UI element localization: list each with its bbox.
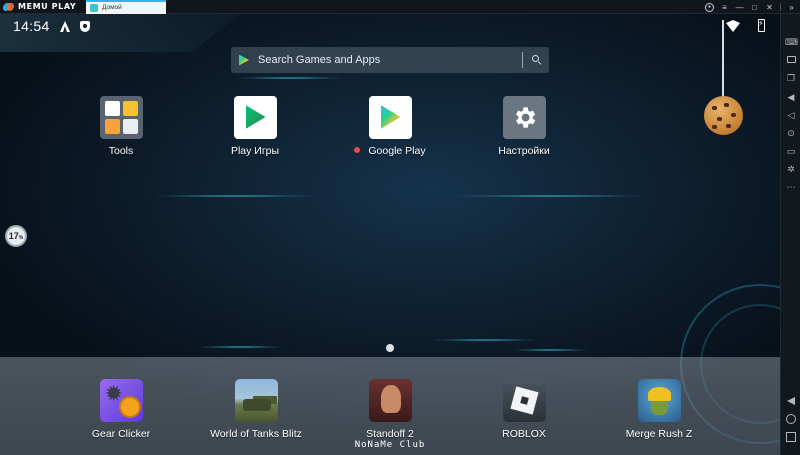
shield-icon xyxy=(80,21,90,32)
emulator-title-bar: MEMU PLAY Домой ● ≡ — □ ✕ » xyxy=(0,0,800,14)
wifi-icon xyxy=(726,20,740,32)
app-label: Gear Clicker xyxy=(91,428,151,440)
minimize-icon[interactable]: — xyxy=(735,3,744,12)
logo-text: MEMU PLAY xyxy=(18,2,77,11)
volume-up-icon[interactable]: ◀ xyxy=(785,91,797,103)
window-controls: ● ≡ — □ ✕ » xyxy=(705,0,796,14)
app-play-games[interactable]: Play Игры xyxy=(200,96,310,157)
tab-home-label: Домой xyxy=(102,4,122,11)
badge-value: 17 xyxy=(8,231,19,241)
app-standoff-2[interactable]: Standoff 2 NoNaMe Club xyxy=(335,379,445,450)
key-mapping-icon[interactable] xyxy=(785,54,797,66)
new-app-dot xyxy=(354,147,361,153)
settings-icon[interactable]: ✲ xyxy=(785,163,797,175)
volume-down-icon[interactable]: ◁ xyxy=(785,109,797,121)
folder-icon[interactable]: ▭ xyxy=(785,145,797,157)
search-icon[interactable] xyxy=(531,54,542,66)
floating-performance-badge[interactable]: 17% xyxy=(5,225,27,247)
app-label: Google Play xyxy=(368,145,426,157)
menu-icon[interactable]: ≡ xyxy=(720,3,729,12)
gear-clicker-icon xyxy=(99,379,143,422)
maximize-icon[interactable]: □ xyxy=(750,3,759,12)
app-settings[interactable]: Настройки xyxy=(469,96,579,157)
settings-gear-icon xyxy=(502,96,546,139)
app-dock: Gear Clicker World of Tanks Blitz Stando… xyxy=(0,357,780,455)
cookie-widget-icon[interactable] xyxy=(704,20,743,135)
app-merge-rush-z[interactable]: Merge Rush Z xyxy=(604,379,714,440)
app-label-row: Google Play xyxy=(335,145,445,157)
merge-rush-icon xyxy=(637,379,681,422)
account-icon[interactable]: ● xyxy=(705,2,714,12)
app-sublabel: NoNaMe Club xyxy=(354,440,426,450)
memu-logo-icon xyxy=(3,2,15,12)
android-status-bar: 14:54 xyxy=(0,14,780,40)
app-tools[interactable]: Tools xyxy=(66,96,176,157)
app-label: ROBLOX xyxy=(502,428,546,440)
battery-charging-icon xyxy=(758,19,765,32)
more-icon[interactable]: ⋯ xyxy=(785,181,797,193)
roblox-icon xyxy=(502,379,546,422)
app-gear-clicker[interactable]: Gear Clicker xyxy=(66,379,176,440)
android-home-screen: 14:54 Search Games and Apps Tools Play И… xyxy=(0,14,780,455)
google-play-icon xyxy=(368,96,412,139)
app-world-of-tanks-blitz[interactable]: World of Tanks Blitz xyxy=(200,379,312,440)
page-indicator[interactable] xyxy=(386,344,394,352)
search-input[interactable]: Search Games and Apps xyxy=(258,54,380,66)
app-label: Play Игры xyxy=(230,145,280,157)
tab-home[interactable]: Домой xyxy=(86,0,166,14)
recent-apps-icon[interactable] xyxy=(786,432,796,442)
app-label: Standoff 2 xyxy=(366,428,414,440)
decorative-glow xyxy=(195,346,285,348)
app-label: Merge Rush Z xyxy=(625,428,693,440)
keyboard-icon[interactable]: ⌨ xyxy=(785,36,798,48)
decorative-glow xyxy=(450,195,650,197)
clock: 14:54 xyxy=(13,18,50,34)
app-google-play[interactable]: Google Play xyxy=(335,96,445,157)
search-bar[interactable]: Search Games and Apps xyxy=(231,47,549,73)
app-label: Настройки xyxy=(498,145,550,157)
search-divider xyxy=(522,52,523,68)
memu-logo: MEMU PLAY xyxy=(0,0,86,14)
multi-instance-icon[interactable]: ❐ xyxy=(785,72,797,84)
home-tab-icon xyxy=(90,3,98,12)
tools-folder-icon xyxy=(99,96,143,139)
home-icon[interactable] xyxy=(786,414,796,424)
back-icon[interactable] xyxy=(786,396,796,406)
play-games-icon xyxy=(233,96,277,139)
app-roblox[interactable]: ROBLOX xyxy=(469,379,579,440)
decorative-glow xyxy=(430,339,540,341)
divider xyxy=(780,3,781,11)
google-play-logo-icon xyxy=(239,54,249,66)
location-icon[interactable]: ⊙ xyxy=(785,127,797,139)
gear-icon xyxy=(515,107,535,128)
app-label: World of Tanks Blitz xyxy=(210,428,302,440)
decorative-glow xyxy=(235,77,345,79)
decorative-glow xyxy=(510,349,590,351)
collapse-sidebar-icon[interactable]: » xyxy=(787,3,796,12)
emulator-sidebar: ⌨ ❐ ◀ ◁ ⊙ ▭ ✲ ⋯ xyxy=(780,14,800,455)
world-of-tanks-icon xyxy=(234,379,278,422)
app-label: Tools xyxy=(108,145,134,157)
app-notification-icon xyxy=(60,21,70,32)
close-icon[interactable]: ✕ xyxy=(765,3,774,12)
badge-unit: % xyxy=(18,235,24,241)
standoff-icon xyxy=(368,379,412,422)
decorative-glow xyxy=(150,195,320,197)
